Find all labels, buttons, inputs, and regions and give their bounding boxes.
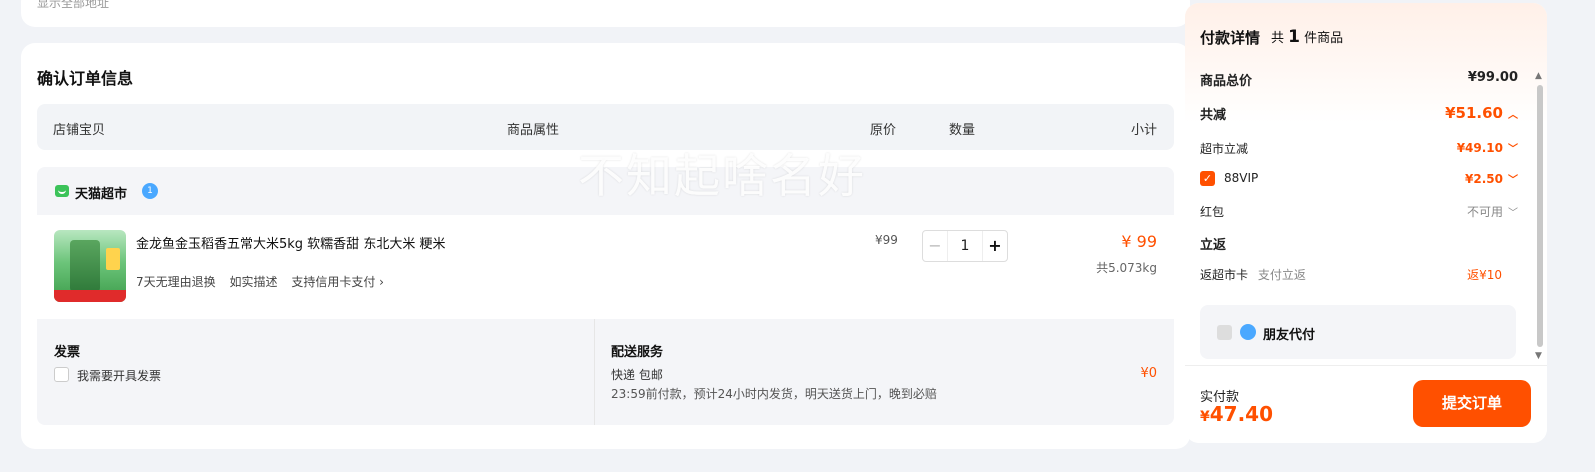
store-name[interactable]: 天猫超市 xyxy=(75,183,127,202)
col-subtotal: 小计 xyxy=(1130,123,1157,138)
address-card: 显示全部地址 xyxy=(21,0,1190,27)
invoice-section: 发票 我需要开具发票 xyxy=(37,319,595,425)
submit-order-button[interactable]: 提交订单 xyxy=(1413,380,1531,427)
chevron-down-icon: ﹀ xyxy=(1508,208,1518,219)
item-count-prefix: 共 xyxy=(1271,31,1285,46)
vip-discount-amount: ¥2.50 xyxy=(1465,172,1503,186)
order-table-header: 店铺宝贝 商品属性 原价 数量 小计 xyxy=(37,104,1174,150)
promo-strip-image xyxy=(54,290,126,302)
rebate-label: 返超市卡 支付立返 xyxy=(1200,266,1306,283)
customer-service-icon[interactable]: 1 xyxy=(142,183,158,199)
chevron-up-icon: ︿ xyxy=(1508,110,1518,121)
supermarket-discount-amount: ¥49.10 xyxy=(1456,141,1503,155)
discount-value: ¥51.60 ︿ xyxy=(1445,104,1518,122)
order-title: 确认订单信息 xyxy=(37,69,134,88)
delivery-section: 配送服务 快递 包邮 23:59前付款，预计24小时内发货，明天送货上门，晚到必… xyxy=(595,319,1174,425)
item-count-number: 1 xyxy=(1288,27,1300,47)
invoice-checkbox-label[interactable]: 我需要开具发票 xyxy=(77,367,161,384)
delivery-type: 快递 包邮 xyxy=(611,368,663,382)
total-price-value: ¥99.00 xyxy=(1467,70,1518,85)
payment-scrollbar[interactable]: ▲ ▼ xyxy=(1535,71,1545,361)
delivery-desc: 23:59前付款，预计24小时内发货，明天送货上门，晚到必赔 xyxy=(611,387,937,401)
item-count-suffix: 件商品 xyxy=(1304,31,1344,46)
decrease-qty-button[interactable]: − xyxy=(923,231,947,261)
tmall-cat-icon xyxy=(55,185,69,197)
service-tag: 7天无理由退换 xyxy=(136,275,216,289)
item-subtotal: ¥ 99 xyxy=(1121,232,1157,251)
real-pay-amount: ¥47.40 xyxy=(1200,402,1273,426)
payment-footer: 实付款 ¥47.40 提交订单 xyxy=(1185,365,1547,443)
rebate-value: 返¥10 xyxy=(1467,268,1502,282)
supermarket-discount-label: 超市立减 xyxy=(1200,142,1249,156)
rice-bag-image xyxy=(70,240,100,292)
payment-details-card: 付款详情 共 1 件商品 商品总价 ¥99.00 共减 ¥51.60 ︿ 超市立减… xyxy=(1185,3,1547,443)
service-tags: 7天无理由退换 如实描述 支持信用卡支付 › xyxy=(136,273,394,290)
show-all-address-link[interactable]: 显示全部地址 xyxy=(37,0,109,11)
original-price: ¥99 xyxy=(875,233,898,247)
col-qty: 数量 xyxy=(949,123,976,138)
discount-amount: ¥51.60 xyxy=(1445,104,1503,122)
item-count: 共 1 件商品 xyxy=(1271,27,1343,47)
item-weight: 共5.073kg xyxy=(1096,261,1157,275)
service-tag: 如实描述 xyxy=(229,275,278,289)
rebate-card-label: 返超市卡 xyxy=(1200,268,1249,282)
rebate-title: 立返 xyxy=(1200,238,1227,253)
quantity-input[interactable]: 1 xyxy=(947,231,983,261)
real-pay-value: 47.40 xyxy=(1209,402,1274,426)
store-header: 天猫超市 1 xyxy=(37,167,1174,215)
invoice-checkbox[interactable] xyxy=(54,367,69,382)
vip-discount-value: ¥2.50 ﹀ xyxy=(1465,171,1518,186)
delivery-title: 配送服务 xyxy=(611,345,664,360)
invoice-delivery-area: 发票 我需要开具发票 配送服务 快递 包邮 23:59前付款，预计24小时内发货… xyxy=(37,319,1174,425)
order-item-row: 金龙鱼金玉稻香五常大米5kg 软糯香甜 东北大米 粳米 7天无理由退换 如实描述… xyxy=(37,215,1174,319)
delivery-fee: ¥0 xyxy=(1140,366,1157,381)
friend-pay-label: 朋友代付 xyxy=(1263,328,1316,343)
product-thumbnail[interactable] xyxy=(54,230,126,302)
invoice-title: 发票 xyxy=(54,345,81,360)
red-packet-value: 不可用 ﹀ xyxy=(1467,203,1518,220)
scroll-down-arrow-icon[interactable]: ▼ xyxy=(1535,351,1542,361)
real-pay-currency: ¥ xyxy=(1200,409,1210,425)
friend-pay-icon xyxy=(1240,324,1256,340)
friend-pay-box[interactable]: 朋友代付 xyxy=(1200,305,1516,359)
red-packet-label: 红包 xyxy=(1200,205,1225,219)
total-price-label: 商品总价 xyxy=(1200,74,1253,89)
quantity-stepper: − 1 + xyxy=(922,230,1008,262)
order-info-card: 确认订单信息 店铺宝贝 商品属性 原价 数量 小计 天猫超市 1 金龙鱼金玉稻香… xyxy=(21,43,1190,449)
scrollbar-thumb[interactable] xyxy=(1537,85,1543,347)
chevron-down-icon: ﹀ xyxy=(1508,175,1518,186)
chevron-down-icon: ﹀ xyxy=(1508,144,1518,155)
red-packet-status: 不可用 xyxy=(1466,205,1503,219)
increase-qty-button[interactable]: + xyxy=(983,231,1007,261)
col-item: 店铺宝贝 xyxy=(53,123,106,138)
col-attr: 商品属性 xyxy=(507,123,560,138)
product-title[interactable]: 金龙鱼金玉稻香五常大米5kg 软糯香甜 东北大米 粳米 xyxy=(136,233,445,252)
vip-checkbox-checked-icon[interactable]: ✓ xyxy=(1200,171,1215,186)
friend-pay-checkbox[interactable] xyxy=(1217,325,1232,340)
rebate-sublabel: 支付立返 xyxy=(1257,268,1306,282)
scroll-up-arrow-icon[interactable]: ▲ xyxy=(1535,71,1542,81)
vip-label: 88VIP xyxy=(1224,171,1259,185)
credit-card-tag-link[interactable]: 支持信用卡支付 › xyxy=(291,275,384,289)
store-block: 天猫超市 1 金龙鱼金玉稻香五常大米5kg 软糯香甜 东北大米 粳米 7天无理由… xyxy=(37,167,1174,425)
discount-label: 共减 xyxy=(1200,108,1227,123)
payment-title: 付款详情 xyxy=(1200,29,1261,47)
supermarket-discount-value: ¥49.10 ﹀ xyxy=(1457,140,1518,155)
col-price: 原价 xyxy=(870,123,897,138)
rice-label-image xyxy=(106,248,120,270)
